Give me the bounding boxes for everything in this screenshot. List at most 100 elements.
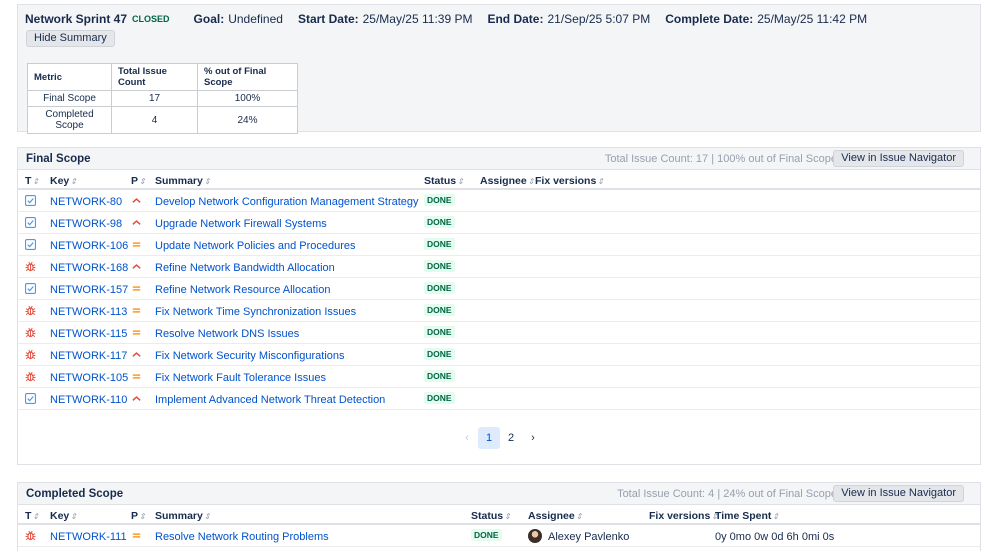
page-1-button[interactable]: 1 <box>478 427 500 449</box>
final-scope-issue-list: NETWORK-80 Develop Network Configuration… <box>18 190 980 410</box>
complete-date-value: 25/May/25 11:42 PM <box>757 12 868 26</box>
issue-key-link[interactable]: NETWORK-110 <box>50 394 127 406</box>
final-scope-column-headers: T⇕ Key⇕ P⇕ Summary⇕ Status⇕ Assignee⇕ Fi… <box>18 170 980 190</box>
issue-summary-link[interactable]: Update Network Policies and Procedures <box>155 240 356 252</box>
table-row[interactable]: NETWORK-106 Update Network Policies and … <box>18 234 980 256</box>
status-badge: DONE <box>471 529 502 541</box>
bug-icon <box>25 530 36 541</box>
issue-summary-link[interactable]: Fix Network Fault Tolerance Issues <box>155 372 326 384</box>
issue-key-link[interactable]: NETWORK-117 <box>50 350 127 362</box>
goal-value: Undefined <box>228 12 283 26</box>
previous-page-button[interactable]: ‹ <box>456 427 478 449</box>
task-icon <box>25 393 37 405</box>
metric-percent: 100% <box>197 90 298 107</box>
task-icon <box>25 195 37 207</box>
issue-summary-link[interactable]: Develop Network Configuration Management… <box>155 196 419 208</box>
table-row[interactable]: NETWORK-113 Fix Network Time Synchroniza… <box>18 300 980 322</box>
final-scope-title: Final Scope <box>26 153 91 165</box>
assignee-column-header[interactable]: Assignee⇕ <box>528 510 582 522</box>
table-row[interactable]: NETWORK-157 Refine Network Resource Allo… <box>18 278 980 300</box>
avatar <box>528 529 542 543</box>
bug-icon <box>25 349 36 360</box>
issue-key-link[interactable]: NETWORK-105 <box>50 372 128 384</box>
status-badge: DONE <box>424 392 455 404</box>
bug-icon <box>25 327 36 338</box>
priority-medium-icon <box>131 305 142 316</box>
summary-column-header[interactable]: Summary⇕ <box>155 175 211 187</box>
issue-summary-link[interactable]: Resolve Network Routing Problems <box>155 531 329 543</box>
issue-summary-link[interactable]: Fix Network Security Misconfigurations <box>155 350 345 362</box>
status-badge: DONE <box>424 326 455 338</box>
status-badge: DONE <box>424 216 455 228</box>
issue-key-link[interactable]: NETWORK-113 <box>50 306 127 318</box>
table-row[interactable]: NETWORK-80 Develop Network Configuration… <box>18 190 980 212</box>
fix-versions-column-header[interactable]: Fix versions⇕ <box>649 510 718 522</box>
view-in-issue-navigator-button[interactable]: View in Issue Navigator <box>833 485 964 502</box>
final-scope-stats: Total Issue Count: 17 | 100% out of Fina… <box>604 153 837 165</box>
sprint-name: Network Sprint 47 <box>25 12 128 26</box>
issue-key-link[interactable]: NETWORK-98 <box>50 218 122 230</box>
start-date-value: 25/May/25 11:39 PM <box>362 12 473 26</box>
metric-name: Completed Scope <box>27 106 112 134</box>
view-in-issue-navigator-button[interactable]: View in Issue Navigator <box>833 150 964 167</box>
fix-versions-column-header[interactable]: Fix versions⇕ <box>535 175 604 187</box>
issue-summary-link[interactable]: Implement Advanced Network Threat Detect… <box>155 394 385 406</box>
summary-column-header[interactable]: Summary⇕ <box>155 510 211 522</box>
metric-percent: 24% <box>197 106 298 134</box>
priority-column-header[interactable]: P⇕ <box>131 510 146 522</box>
issue-summary-link[interactable]: Upgrade Network Firewall Systems <box>155 218 327 230</box>
issue-key-link[interactable]: NETWORK-115 <box>50 328 127 340</box>
task-icon <box>25 239 37 251</box>
count-column-header: Total Issue Count <box>111 63 198 91</box>
status-column-header[interactable]: Status⇕ <box>424 175 464 187</box>
time-spent-column-header[interactable]: Time Spent⇕ <box>715 510 779 522</box>
table-row[interactable]: NETWORK-110 Implement Advanced Network T… <box>18 388 980 410</box>
status-badge: DONE <box>424 282 455 294</box>
type-column-header[interactable]: T⇕ <box>25 510 39 522</box>
type-column-header[interactable]: T⇕ <box>25 175 39 187</box>
table-row[interactable]: NETWORK-117 Fix Network Security Misconf… <box>18 344 980 366</box>
sprint-summary-panel: Network Sprint 47 CLOSED Goal: Undefined… <box>17 4 981 134</box>
issue-summary-link[interactable]: Refine Network Resource Allocation <box>155 284 330 296</box>
completed-scope-stats: Total Issue Count: 4 | 24% out of Final … <box>617 488 837 500</box>
issue-key-link[interactable]: NETWORK-106 <box>50 240 128 252</box>
issue-summary-link[interactable]: Resolve Network DNS Issues <box>155 328 299 340</box>
priority-column-header[interactable]: P⇕ <box>131 175 146 187</box>
priority-medium-icon <box>131 327 142 338</box>
bug-icon <box>25 371 36 382</box>
completed-scope-title: Completed Scope <box>26 488 124 500</box>
issue-key-link[interactable]: NETWORK-157 <box>50 284 128 296</box>
key-column-header[interactable]: Key⇕ <box>50 510 77 522</box>
status-column-header[interactable]: Status⇕ <box>471 510 511 522</box>
sprint-state-badge: CLOSED <box>132 14 170 24</box>
status-badge: DONE <box>424 370 455 382</box>
priority-high-icon <box>131 217 142 228</box>
table-row[interactable]: NETWORK-98 Upgrade Network Firewall Syst… <box>18 212 980 234</box>
table-row[interactable]: NETWORK-111 Resolve Network Routing Prob… <box>18 525 980 547</box>
hide-summary-button[interactable]: Hide Summary <box>26 30 115 47</box>
task-icon <box>25 283 37 295</box>
end-date-value: 21/Sep/25 5:07 PM <box>547 12 651 26</box>
issue-key-link[interactable]: NETWORK-168 <box>50 262 128 274</box>
complete-date-label: Complete Date: <box>665 12 754 26</box>
sprint-header: Network Sprint 47 CLOSED Goal: Undefined… <box>25 12 882 26</box>
table-row[interactable]: NETWORK-105 Fix Network Fault Tolerance … <box>18 366 980 388</box>
bug-icon <box>25 261 36 272</box>
assignee-column-header[interactable]: Assignee⇕ <box>480 175 534 187</box>
page-2-button[interactable]: 2 <box>500 427 522 449</box>
table-row[interactable]: NETWORK-168 Refine Network Bandwidth All… <box>18 256 980 278</box>
issue-summary-link[interactable]: Refine Network Bandwidth Allocation <box>155 262 335 274</box>
completed-scope-issue-list: NETWORK-111 Resolve Network Routing Prob… <box>18 525 980 547</box>
key-column-header[interactable]: Key⇕ <box>50 175 77 187</box>
issue-key-link[interactable]: NETWORK-80 <box>50 196 122 208</box>
issue-key-link[interactable]: NETWORK-111 <box>50 531 127 543</box>
priority-medium-icon <box>131 239 142 250</box>
table-row[interactable]: NETWORK-115 Resolve Network DNS Issues D… <box>18 322 980 344</box>
issue-summary-link[interactable]: Fix Network Time Synchronization Issues <box>155 306 356 318</box>
completed-scope-column-headers: T⇕ Key⇕ P⇕ Summary⇕ Status⇕ Assignee⇕ Fi… <box>18 505 980 525</box>
priority-medium-icon <box>131 371 142 382</box>
next-page-button[interactable]: › <box>522 427 544 449</box>
metric-count: 17 <box>111 90 198 107</box>
final-scope-panel: Final Scope Total Issue Count: 17 | 100%… <box>17 147 981 465</box>
pagination: ‹ 1 2 › <box>456 427 544 449</box>
